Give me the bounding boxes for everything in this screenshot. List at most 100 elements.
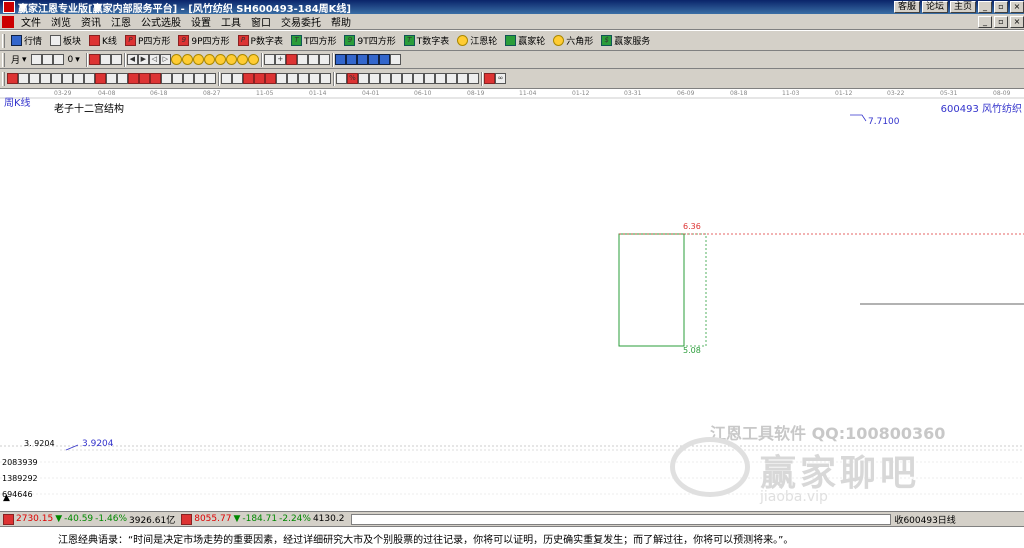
diamond5-icon[interactable]: [214, 54, 226, 65]
gann-box-left[interactable]: [618, 233, 685, 347]
tool-i-icon[interactable]: [457, 73, 468, 84]
kline-chart[interactable]: 03-29 04-08 06-18 08-27 11-05 01-14 04-0…: [0, 89, 1024, 511]
marker-icon[interactable]: [296, 54, 308, 65]
toolbar-quotes-button[interactable]: 行情: [7, 34, 46, 47]
draw-grid-icon[interactable]: [287, 73, 298, 84]
diamond7-icon[interactable]: [236, 54, 248, 65]
line-icon[interactable]: [307, 54, 319, 65]
draw-grid4-icon[interactable]: [320, 73, 331, 84]
draw-cycle2-icon[interactable]: [254, 73, 265, 84]
diamond4-icon[interactable]: [203, 54, 215, 65]
tool-infinity-icon[interactable]: ∞: [495, 73, 506, 84]
scroll-up-icon[interactable]: ▲: [3, 493, 10, 503]
diamond-icon[interactable]: [170, 54, 182, 65]
draw-channel-icon[interactable]: [232, 73, 243, 84]
tool-d-icon[interactable]: [402, 73, 413, 84]
menu-info[interactable]: 资讯: [76, 14, 106, 29]
tool-percent-icon[interactable]: %: [347, 73, 358, 84]
toolbar-p-square-button[interactable]: P P四方形: [121, 34, 174, 47]
toolbar-gann-wheel-button[interactable]: 江恩轮: [453, 34, 501, 47]
draw-fan3-icon[interactable]: [183, 73, 194, 84]
minimize-icon[interactable]: _: [978, 1, 992, 13]
draw-line-icon[interactable]: [221, 73, 232, 84]
tool-color-icon[interactable]: [484, 73, 495, 84]
menu-browse[interactable]: 浏览: [46, 14, 76, 29]
tool-table-icon[interactable]: [336, 73, 347, 84]
draw-h9-icon[interactable]: [106, 73, 117, 84]
draw-circle-icon[interactable]: [128, 73, 139, 84]
zoom-icon[interactable]: [30, 54, 42, 65]
tool-e-icon[interactable]: [413, 73, 424, 84]
draw-h8-icon[interactable]: [95, 73, 106, 84]
tool-a-icon[interactable]: [369, 73, 380, 84]
draw-h6-icon[interactable]: [73, 73, 84, 84]
tool-g-icon[interactable]: [435, 73, 446, 84]
draw-h7-icon[interactable]: [84, 73, 95, 84]
toolbar-9p-square-button[interactable]: 9 9P四方形: [174, 34, 233, 47]
restore-icon[interactable]: ▫: [994, 1, 1008, 13]
close-icon[interactable]: ×: [1010, 1, 1024, 13]
draw-fan5-icon[interactable]: [205, 73, 216, 84]
ray-icon[interactable]: [318, 54, 330, 65]
cross-icon[interactable]: +: [274, 54, 286, 65]
toolbar-t-table-button[interactable]: T T数字表: [400, 34, 454, 47]
window2-icon[interactable]: [345, 54, 357, 65]
draw-fan4-icon[interactable]: [194, 73, 205, 84]
tool-b-icon[interactable]: [380, 73, 391, 84]
pointer-icon[interactable]: [88, 54, 100, 65]
draw-grid3-icon[interactable]: [309, 73, 320, 84]
hand-icon[interactable]: [263, 54, 275, 65]
menu-formula-select[interactable]: 公式选股: [136, 14, 186, 29]
toolbar-hexagon-button[interactable]: 六角形: [549, 34, 597, 47]
layout-icon[interactable]: [41, 54, 53, 65]
play-icon[interactable]: [52, 54, 64, 65]
last-icon[interactable]: ▶: [137, 54, 149, 65]
toolbar-9t-square-button[interactable]: 9 9T四方形: [340, 34, 399, 47]
home-button[interactable]: 主页: [949, 1, 976, 13]
unit-select[interactable]: 0 ▾: [64, 55, 84, 65]
tool-j-icon[interactable]: [468, 73, 479, 84]
child-restore-icon[interactable]: ▫: [994, 15, 1008, 28]
draw-cycle-icon[interactable]: [243, 73, 254, 84]
menu-trade[interactable]: 交易委托: [276, 14, 326, 29]
first-icon[interactable]: ◀: [126, 54, 138, 65]
tool-f-icon[interactable]: [424, 73, 435, 84]
draw-cycle3-icon[interactable]: [265, 73, 276, 84]
draw-pen-icon[interactable]: [7, 73, 18, 84]
status-index2[interactable]: 8055.77 ▼ -184.71 -2.24% 4130.2: [178, 513, 347, 525]
tool-c-icon[interactable]: [391, 73, 402, 84]
draw-h5-icon[interactable]: [62, 73, 73, 84]
draw-circle2-icon[interactable]: [139, 73, 150, 84]
customer-service-button[interactable]: 客服: [893, 1, 920, 13]
forum-button[interactable]: 论坛: [921, 1, 948, 13]
draw-fan2-icon[interactable]: [172, 73, 183, 84]
menu-file[interactable]: 文件: [16, 14, 46, 29]
window1-icon[interactable]: [334, 54, 346, 65]
draw-grid2-icon[interactable]: [298, 73, 309, 84]
diamond6-icon[interactable]: [225, 54, 237, 65]
draw-circle3-icon[interactable]: [150, 73, 161, 84]
toolbar-t-square-button[interactable]: T T四方形: [287, 34, 341, 47]
diamond2-icon[interactable]: [181, 54, 193, 65]
flag-icon[interactable]: [110, 54, 122, 65]
draw-h4-icon[interactable]: [51, 73, 62, 84]
draw-wave-icon[interactable]: [276, 73, 287, 84]
draw-h3-icon[interactable]: [40, 73, 51, 84]
gann-box-right[interactable]: [683, 233, 707, 347]
draw-fan-icon[interactable]: [161, 73, 172, 84]
tool-h-icon[interactable]: [446, 73, 457, 84]
child-close-icon[interactable]: ×: [1010, 15, 1024, 28]
status-index1[interactable]: 2730.15 ▼ -40.59 -1.46% 3926.61亿: [0, 513, 178, 526]
list-icon[interactable]: [99, 54, 111, 65]
tool-calc-icon[interactable]: [358, 73, 369, 84]
diamond3-icon[interactable]: [192, 54, 204, 65]
window3-icon[interactable]: [356, 54, 368, 65]
draw-h2-icon[interactable]: [29, 73, 40, 84]
back-icon[interactable]: ◁: [148, 54, 160, 65]
menu-window[interactable]: 窗口: [246, 14, 276, 29]
window4-icon[interactable]: [367, 54, 379, 65]
menu-gann[interactable]: 江恩: [106, 14, 136, 29]
toolbar-kline-button[interactable]: K线: [85, 34, 121, 47]
draw-h10-icon[interactable]: [117, 73, 128, 84]
forward-icon[interactable]: ▷: [159, 54, 171, 65]
